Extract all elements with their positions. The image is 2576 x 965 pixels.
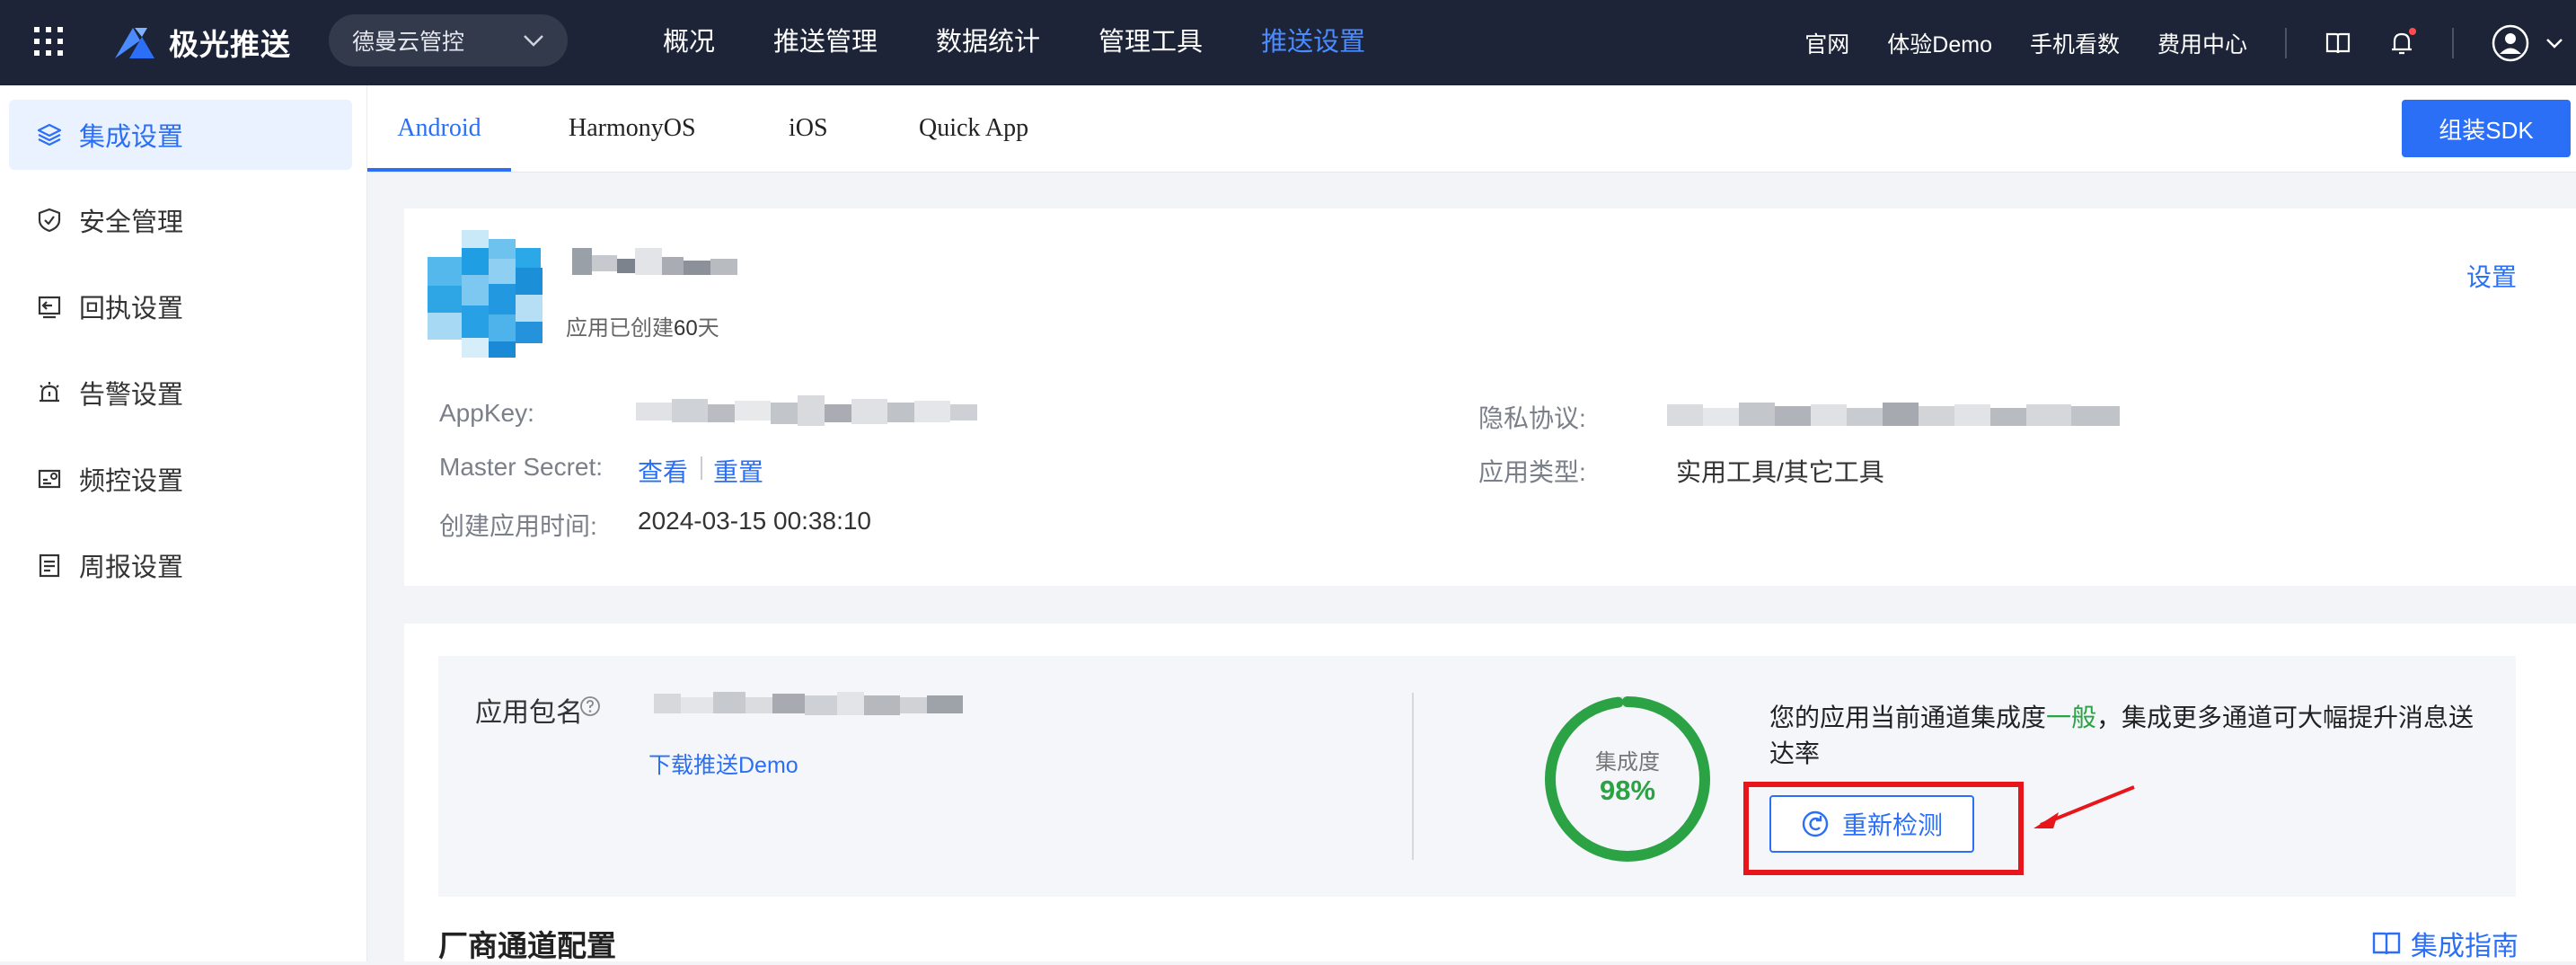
notification-dot bbox=[2409, 27, 2416, 35]
nav-push-settings[interactable]: 推送设置 bbox=[1261, 0, 1365, 85]
sidebar-item-label: 告警设置 bbox=[79, 381, 184, 410]
bell-icon[interactable] bbox=[2389, 27, 2416, 57]
active-tab-indicator bbox=[367, 168, 511, 172]
link-demo[interactable]: 体验Demo bbox=[1887, 27, 1992, 59]
top-links: 官网 体验Demo 手机看数 费用中心 bbox=[1804, 0, 2576, 85]
docs-book-icon[interactable] bbox=[2325, 31, 2351, 56]
created-days-prefix: 应用已创建 bbox=[566, 316, 674, 341]
nav-overview[interactable]: 概况 bbox=[663, 0, 715, 85]
jpush-logo-icon bbox=[115, 28, 154, 58]
tab-quick-app[interactable]: Quick App bbox=[919, 85, 1028, 172]
download-demo-link[interactable]: 下载推送Demo bbox=[648, 748, 798, 780]
main-nav: 概况 推送管理 数据统计 管理工具 推送设置 bbox=[663, 0, 1424, 85]
top-navigation-bar: 极光推送 德曼云管控 概况 推送管理 数据统计 管理工具 推送设置 官网 体验D… bbox=[0, 0, 2576, 85]
brand-name: 极光推送 bbox=[169, 28, 291, 61]
chevron-down-icon[interactable] bbox=[2545, 38, 2563, 49]
nav-statistics[interactable]: 数据统计 bbox=[936, 0, 1040, 85]
refresh-icon bbox=[1802, 810, 1829, 837]
app-type-value: 实用工具/其它工具 bbox=[1676, 458, 1884, 486]
link-mobile-data[interactable]: 手机看数 bbox=[2030, 27, 2120, 59]
sidebar-item-label: 安全管理 bbox=[79, 208, 184, 237]
ring-value: 98% bbox=[1599, 775, 1656, 806]
link-divider bbox=[701, 456, 702, 480]
app-name-pixelated bbox=[572, 248, 737, 275]
recheck-label: 重新检测 bbox=[1841, 811, 1943, 839]
red-arrow-annotation bbox=[2033, 785, 2135, 828]
vendor-channel-title: 厂商通道配置 bbox=[438, 929, 616, 962]
create-time-label: 创建应用时间: bbox=[439, 512, 597, 540]
sidebar-item-security[interactable]: 安全管理 bbox=[9, 185, 352, 255]
nav-tools[interactable]: 管理工具 bbox=[1098, 0, 1203, 85]
layers-icon bbox=[37, 123, 62, 146]
tab-label: Android bbox=[397, 114, 481, 142]
build-sdk-button[interactable]: 组装SDK bbox=[2402, 100, 2571, 157]
guide-label: 集成指南 bbox=[2411, 932, 2519, 961]
brand-logo[interactable]: 极光推送 bbox=[111, 22, 291, 63]
reset-secret-link[interactable]: 重置 bbox=[713, 453, 763, 489]
book-icon bbox=[2372, 932, 2401, 955]
report-icon bbox=[39, 553, 60, 578]
shield-icon bbox=[38, 208, 61, 233]
panel-divider bbox=[1412, 693, 1414, 860]
sidebar-item-label: 频控设置 bbox=[79, 467, 184, 496]
sidebar-item-frequency[interactable]: 频控设置 bbox=[9, 444, 352, 514]
app-type-label: 应用类型: bbox=[1478, 458, 1586, 486]
master-secret-label: Master Secret: bbox=[439, 453, 604, 481]
link-billing[interactable]: 费用中心 bbox=[2157, 27, 2247, 59]
top-divider bbox=[2452, 27, 2454, 58]
app-created-days: 应用已创建60天 bbox=[566, 310, 719, 341]
sidebar-item-weekly-report[interactable]: 周报设置 bbox=[9, 530, 352, 600]
create-time-value: 2024-03-15 00:38:10 bbox=[638, 507, 871, 535]
user-avatar-icon[interactable] bbox=[2492, 24, 2529, 62]
privacy-value-pixelated bbox=[1667, 403, 2120, 426]
top-divider bbox=[2285, 27, 2287, 58]
sidebar-item-integration[interactable]: 集成设置 bbox=[9, 100, 352, 170]
app-selector[interactable]: 德曼云管控 bbox=[329, 14, 568, 66]
created-days-value: 60 bbox=[674, 316, 698, 341]
sidebar-item-alarm[interactable]: 告警设置 bbox=[9, 358, 352, 428]
settings-link[interactable]: 设置 bbox=[2466, 258, 2517, 294]
app-icon-pixelated bbox=[428, 230, 543, 358]
sidebar-item-label: 回执设置 bbox=[79, 295, 184, 323]
receipt-icon bbox=[38, 296, 61, 319]
frequency-icon bbox=[38, 469, 61, 489]
chevron-down-icon bbox=[524, 35, 543, 47]
privacy-label: 隐私协议: bbox=[1478, 404, 1586, 432]
app-grid-icon[interactable] bbox=[32, 25, 65, 58]
tab-ios[interactable]: iOS bbox=[789, 85, 828, 172]
appkey-value-pixelated bbox=[636, 395, 977, 426]
ring-label: 集成度 bbox=[1595, 750, 1660, 775]
integration-hint: 您的应用当前通道集成度一般，集成更多通道可大幅提升消息送达率 bbox=[1769, 700, 2488, 772]
recheck-button[interactable]: 重新检测 bbox=[1769, 795, 1974, 853]
sidebar: 集成设置 安全管理 回执设置 告警设置 频控设置 周报设置 bbox=[0, 85, 367, 961]
link-official-site[interactable]: 官网 bbox=[1804, 27, 1849, 59]
sidebar-item-receipt[interactable]: 回执设置 bbox=[9, 271, 352, 341]
appkey-label: AppKey: bbox=[439, 399, 534, 427]
platform-tabs: Android HarmonyOS iOS Quick App bbox=[367, 85, 2576, 173]
tab-harmonyos[interactable]: HarmonyOS bbox=[569, 85, 696, 172]
nav-push-management[interactable]: 推送管理 bbox=[773, 0, 878, 85]
package-name-label: 应用包名 bbox=[475, 698, 583, 728]
sidebar-item-label: 集成设置 bbox=[79, 123, 184, 152]
created-days-suffix: 天 bbox=[697, 316, 719, 341]
tab-android[interactable]: Android bbox=[367, 85, 511, 172]
hint-level: 一般 bbox=[2046, 704, 2097, 731]
help-icon[interactable] bbox=[579, 695, 601, 717]
sidebar-item-label: 周报设置 bbox=[79, 553, 184, 582]
alarm-icon bbox=[40, 382, 59, 403]
hint-prefix: 您的应用当前通道集成度 bbox=[1769, 704, 2047, 731]
integration-guide-link[interactable]: 集成指南 bbox=[2371, 924, 2519, 963]
app-selector-value: 德曼云管控 bbox=[352, 30, 465, 55]
view-secret-link[interactable]: 查看 bbox=[638, 453, 688, 489]
package-name-pixelated bbox=[654, 692, 963, 715]
